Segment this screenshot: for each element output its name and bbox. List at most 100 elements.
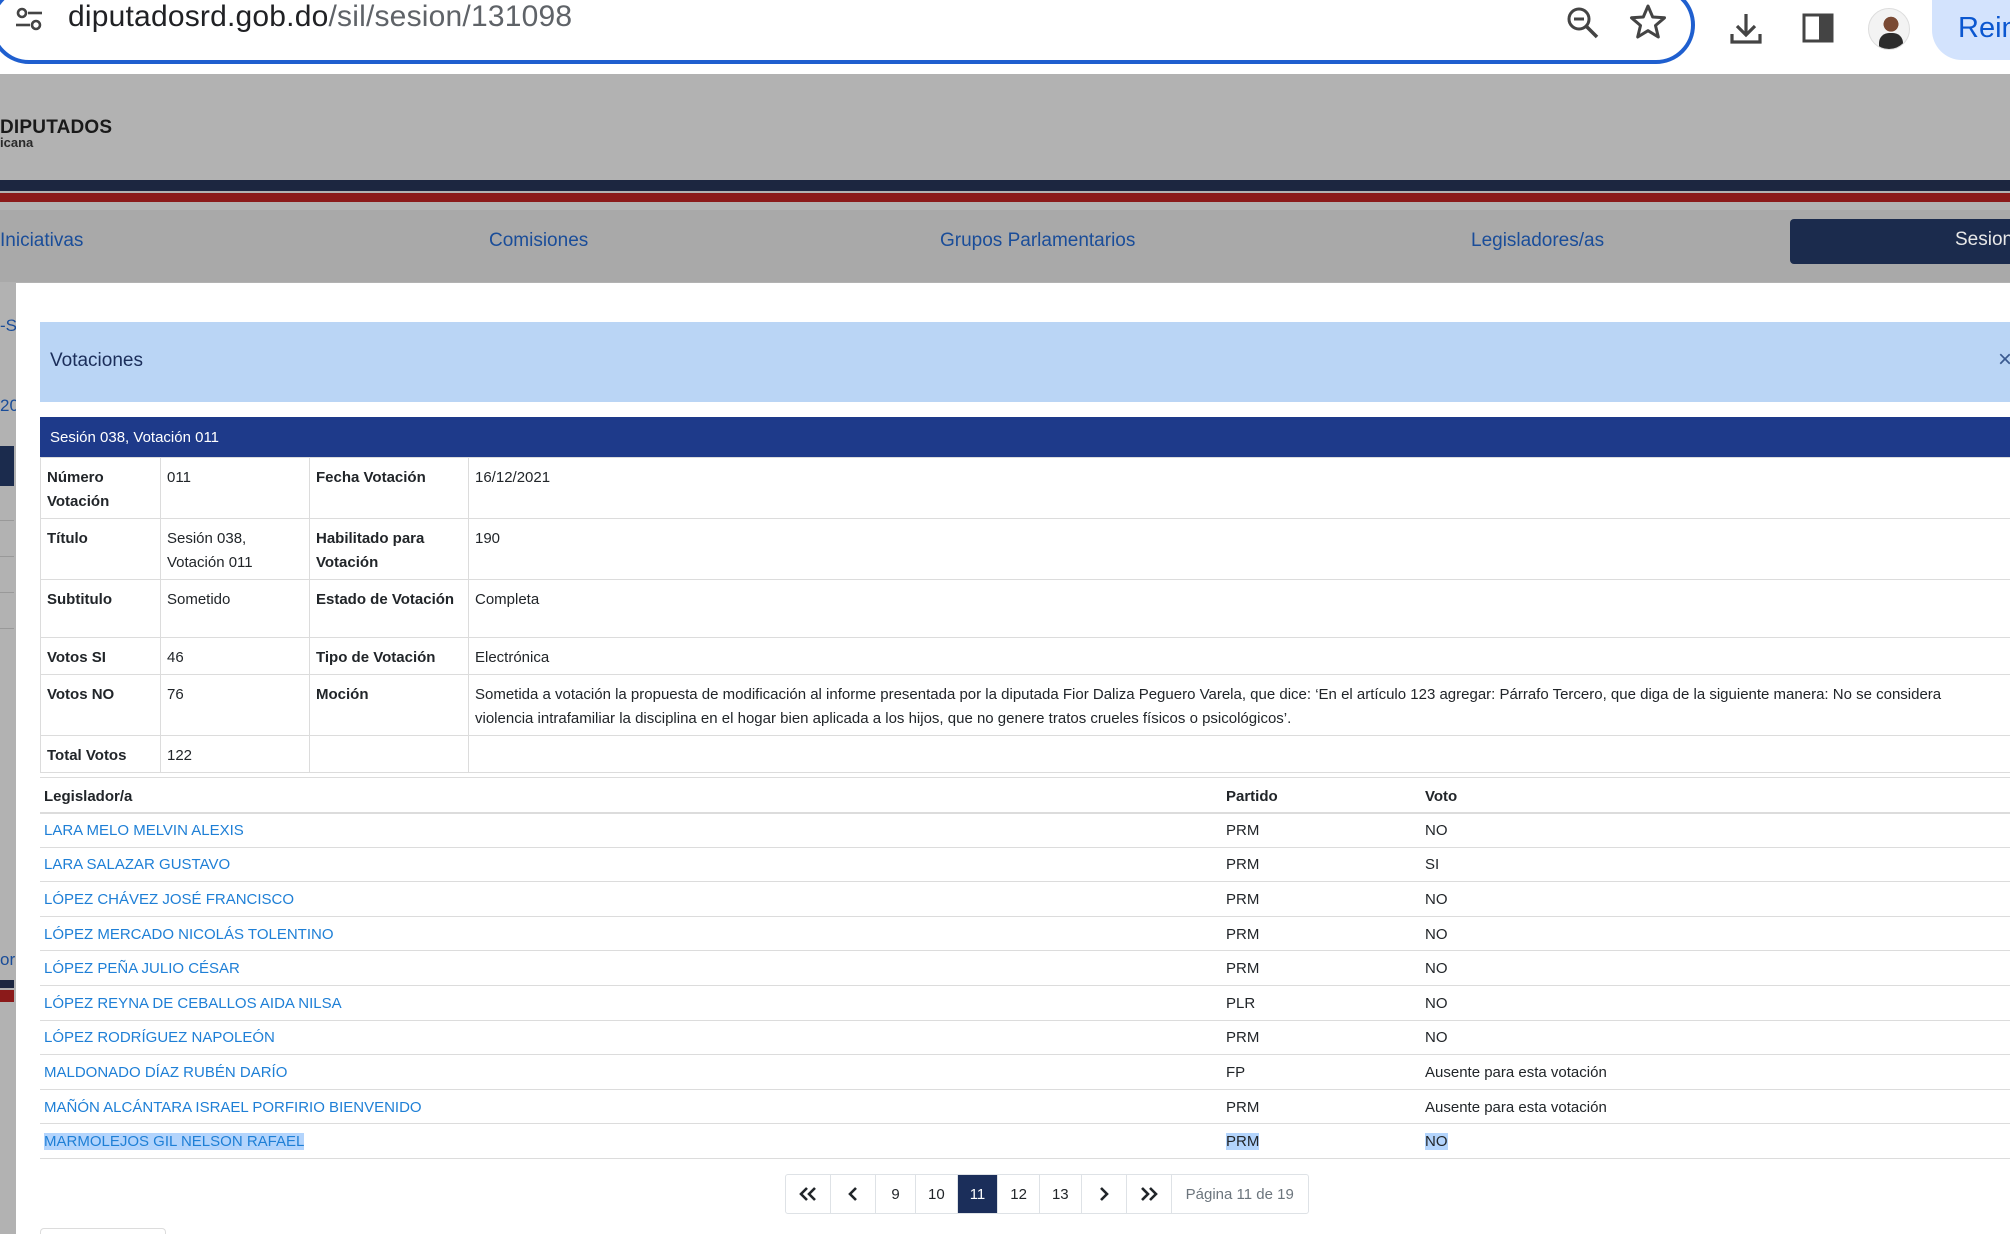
prev-page-button[interactable] <box>831 1175 876 1213</box>
info-row: Subtitulo Sometido Estado de Votación Co… <box>40 579 2010 638</box>
first-page-button[interactable] <box>786 1175 831 1213</box>
legislator-link[interactable]: MAÑÓN ALCÁNTARA ISRAEL PORFIRIO BIENVENI… <box>44 1099 422 1116</box>
pagination: 9 10 11 12 13 Página 11 de 19 <box>785 1174 1309 1214</box>
party-cell: PRM <box>1222 1123 1421 1159</box>
background-stripe <box>0 980 14 988</box>
mocion-label: Moción <box>309 674 469 736</box>
table-row: MAÑÓN ALCÁNTARA ISRAEL PORFIRIO BIENVENI… <box>40 1089 2010 1125</box>
numero-votacion-label: Número Votación <box>40 457 161 519</box>
footer-button-partial[interactable] <box>40 1228 166 1234</box>
address-bar[interactable]: diputadosrd.gob.do/sil/sesion/131098 <box>0 0 1695 64</box>
total-votos-value: 122 <box>160 735 310 773</box>
browser-toolbar: diputadosrd.gob.do/sil/sesion/131098 Rei… <box>0 0 2010 74</box>
download-icon[interactable] <box>1726 8 1766 48</box>
legislator-link[interactable]: MARMOLEJOS GIL NELSON RAFAEL <box>44 1133 305 1151</box>
legislator-cell: MALDONADO DÍAZ RUBÉN DARÍO <box>40 1054 1222 1090</box>
page-button[interactable]: 10 <box>916 1175 958 1213</box>
site-settings-icon[interactable] <box>14 4 44 34</box>
nav-sesiones[interactable]: Sesion <box>1790 219 2010 264</box>
vote-cell: NO <box>1421 881 2010 917</box>
double-chevron-left-icon <box>799 1187 816 1201</box>
party-cell: PRM <box>1222 1089 1421 1125</box>
header-stripe-red <box>0 193 2010 202</box>
party-cell: PRM <box>1222 812 1421 848</box>
nav-iniciativas[interactable]: Iniciativas <box>0 230 83 252</box>
url-host: diputadosrd.gob.do <box>68 0 329 33</box>
habilitado-value: 190 <box>468 518 2010 580</box>
party-text: PRM <box>1226 1133 1260 1151</box>
legislator-cell: MARMOLEJOS GIL NELSON RAFAEL <box>40 1123 1222 1159</box>
last-page-button[interactable] <box>1127 1175 1172 1213</box>
nav-grupos-parlamentarios[interactable]: Grupos Parlamentarios <box>940 230 1135 252</box>
titulo-label: Título <box>40 518 161 580</box>
vote-cell: Ausente para esta votación <box>1421 1054 2010 1090</box>
info-row: Total Votos 122 <box>40 735 2010 773</box>
party-cell: FP <box>1222 1054 1421 1090</box>
info-row: Votos NO 76 Moción Sometida a votación l… <box>40 674 2010 736</box>
tipo-votacion-value: Electrónica <box>468 637 2010 675</box>
table-row: LÓPEZ REYNA DE CEBALLOS AIDA NILSA PLR N… <box>40 985 2010 1021</box>
header-legislador[interactable]: Legislador/a <box>40 777 1222 814</box>
legislator-link[interactable]: LARA MELO MELVIN ALEXIS <box>44 822 244 839</box>
page-button[interactable]: 9 <box>876 1175 916 1213</box>
modal-title: Votaciones <box>50 350 143 371</box>
background-divider <box>0 592 14 593</box>
bookmark-star-icon[interactable] <box>1628 2 1668 42</box>
legislator-link[interactable]: LARA SALAZAR GUSTAVO <box>44 856 230 873</box>
estado-label: Estado de Votación <box>309 579 469 638</box>
legislator-link[interactable]: LÓPEZ MERCADO NICOLÁS TOLENTINO <box>44 926 334 943</box>
table-row: LÓPEZ MERCADO NICOLÁS TOLENTINO PRM NO <box>40 916 2010 952</box>
profile-button[interactable]: Rein <box>1932 0 2010 60</box>
votos-si-value: 46 <box>160 637 310 675</box>
section-title-bar: Sesión 038, Votación 011 <box>40 417 2010 457</box>
table-row: LARA MELO MELVIN ALEXIS PRM NO <box>40 812 2010 848</box>
table-row: LÓPEZ CHÁVEZ JOSÉ FRANCISCO PRM NO <box>40 881 2010 917</box>
background-fragment: or <box>0 950 16 969</box>
nav-comisiones[interactable]: Comisiones <box>489 230 588 252</box>
legislator-link[interactable]: LÓPEZ CHÁVEZ JOSÉ FRANCISCO <box>44 891 294 908</box>
header-partido[interactable]: Partido <box>1222 777 1421 814</box>
party-cell: PRM <box>1222 847 1421 883</box>
page-button[interactable]: 12 <box>998 1175 1040 1213</box>
url-path: /sil/sesion/131098 <box>328 0 573 33</box>
legislator-link[interactable]: LÓPEZ PEÑA JULIO CÉSAR <box>44 960 240 977</box>
legislator-cell: MAÑÓN ALCÁNTARA ISRAEL PORFIRIO BIENVENI… <box>40 1089 1222 1125</box>
zoom-icon[interactable] <box>1564 4 1602 42</box>
votos-no-label: Votos NO <box>40 674 161 736</box>
profile-avatar[interactable] <box>1868 8 1910 50</box>
legislator-link[interactable]: MALDONADO DÍAZ RUBÉN DARÍO <box>44 1064 287 1081</box>
background-fragment: -S <box>0 316 17 335</box>
next-page-button[interactable] <box>1082 1175 1127 1213</box>
table-row: MARMOLEJOS GIL NELSON RAFAEL PRM NO <box>40 1123 2010 1159</box>
party-cell: PRM <box>1222 950 1421 986</box>
page-button[interactable]: 13 <box>1040 1175 1082 1213</box>
vote-cell: NO <box>1421 1123 2010 1159</box>
party-cell: PLR <box>1222 985 1421 1021</box>
page-button-current[interactable]: 11 <box>957 1175 999 1213</box>
titulo-value: Sesión 038, Votación 011 <box>160 518 310 580</box>
legislator-link[interactable]: LÓPEZ REYNA DE CEBALLOS AIDA NILSA <box>44 995 342 1012</box>
legislator-cell: LÓPEZ CHÁVEZ JOSÉ FRANCISCO <box>40 881 1222 917</box>
modal-header: Votaciones × <box>40 322 2010 402</box>
info-row: Número Votación 011 Fecha Votación 16/12… <box>40 457 2010 519</box>
fecha-votacion-label: Fecha Votación <box>309 457 469 519</box>
subtitulo-label: Subtitulo <box>40 579 161 638</box>
url-text[interactable]: diputadosrd.gob.do/sil/sesion/131098 <box>68 0 572 34</box>
header-stripe-blue <box>0 180 2010 191</box>
page-info: Página 11 de 19 <box>1185 1185 1294 1203</box>
vote-info-table: Número Votación 011 Fecha Votación 16/12… <box>40 457 2010 773</box>
header-voto[interactable]: Voto <box>1421 777 2010 814</box>
nav-legisladores[interactable]: Legisladores/as <box>1471 230 1604 252</box>
background-divider <box>0 520 14 521</box>
legislator-link[interactable]: LÓPEZ RODRÍGUEZ NAPOLEÓN <box>44 1029 275 1046</box>
side-panel-icon[interactable] <box>1800 10 1836 46</box>
legislator-cell: LÓPEZ RODRÍGUEZ NAPOLEÓN <box>40 1020 1222 1056</box>
background-divider <box>0 628 14 629</box>
vote-cell: NO <box>1421 812 2010 848</box>
estado-value: Completa <box>468 579 2010 638</box>
info-row: Título Sesión 038, Votación 011 Habilita… <box>40 518 2010 580</box>
vote-cell: NO <box>1421 1020 2010 1056</box>
close-icon[interactable]: × <box>1998 346 2010 374</box>
subtitulo-value: Sometido <box>160 579 310 638</box>
empty-cell <box>309 735 469 773</box>
